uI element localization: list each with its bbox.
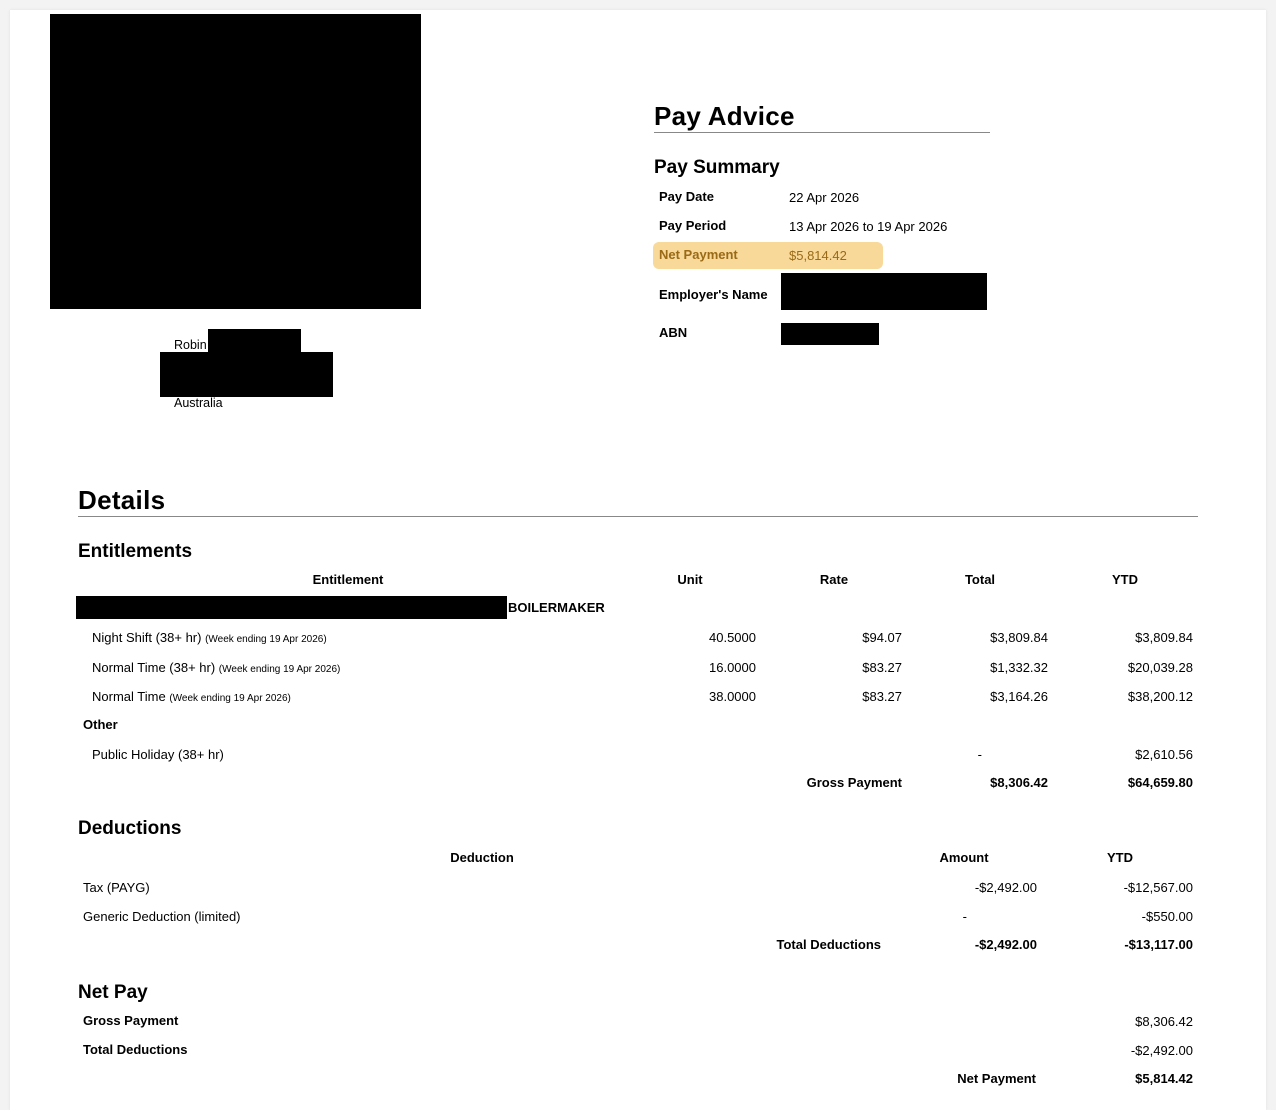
table-row: Normal Time (Week ending 19 Apr 2026) [92,689,291,704]
rate-cell: $83.27 [862,660,902,675]
col-deduction: Deduction [450,850,514,865]
col-rate: Rate [819,572,849,587]
entitlement-note: (Week ending 19 Apr 2026) [205,634,327,645]
employer-name-label: Employer's Name [659,287,768,302]
redacted-address [160,352,333,397]
redacted-abn [781,323,879,345]
total-cell: $3,164.26 [990,689,1048,704]
deduction-name: Generic Deduction (limited) [83,909,241,924]
ytd-cell: $3,809.84 [1135,630,1193,645]
pay-summary-title: Pay Summary [654,157,780,178]
pay-date-value: 22 Apr 2026 [789,190,860,205]
entitlement-name: Public Holiday (38+ hr) [92,747,224,762]
entitlement-name: Normal Time [92,689,166,704]
col-ytd: YTD [1112,572,1138,587]
deductions-title: Deductions [78,818,182,839]
net-gross-label: Gross Payment [83,1013,179,1028]
entitlement-name: Normal Time (38+ hr) [92,660,216,675]
rate-cell: $83.27 [862,689,902,704]
amount-cell: - [962,909,967,924]
pay-date-label: Pay Date [659,189,714,204]
net-deductions-value: -$2,492.00 [1130,1043,1193,1058]
total-cell: $3,809.84 [990,630,1048,645]
unit-cell: 16.0000 [709,660,756,675]
gross-payment-ytd: $64,659.80 [1127,775,1193,790]
abn-label: ABN [659,325,688,340]
ytd-cell: $20,039.28 [1127,660,1193,675]
col-total: Total [964,572,996,587]
net-deductions-label: Total Deductions [83,1042,188,1057]
ytd-cell: $38,200.12 [1127,689,1193,704]
rate-cell: $94.07 [862,630,902,645]
redacted-group-prefix [76,596,507,619]
net-gross-value: $8,306.42 [1135,1014,1193,1029]
table-row: Night Shift (38+ hr) (Week ending 19 Apr… [92,630,327,645]
details-title: Details [78,485,166,515]
entitlement-note: (Week ending 19 Apr 2026) [169,693,291,704]
net-pay-title: Net Pay [78,982,148,1003]
recipient-name: Robin [174,338,207,352]
gross-payment-total: $8,306.42 [990,775,1048,790]
redacted-recipient-surname [208,329,301,353]
ytd-cell: -$12,567.00 [1123,880,1193,895]
amount-cell: -$2,492.00 [974,880,1037,895]
pay-period-label: Pay Period [659,218,727,233]
page-title: Pay Advice [654,101,795,131]
col-deduction-ytd: YTD [1107,850,1133,865]
gross-payment-label: Gross Payment [806,775,902,790]
ytd-cell: $2,610.56 [1135,747,1193,762]
entitlement-note: (Week ending 19 Apr 2026) [218,664,341,675]
pay-period-value: 13 Apr 2026 to 19 Apr 2026 [789,219,948,234]
redacted-employer-name [781,273,987,310]
other-label: Other [83,717,118,732]
deduction-name: Tax (PAYG) [83,880,150,895]
col-entitlement: Entitlement [312,572,384,587]
title-rule [654,132,990,133]
total-cell: $1,332.32 [990,660,1048,675]
redacted-logo [50,14,421,309]
unit-cell: 40.5000 [709,630,756,645]
unit-cell: 38.0000 [709,689,756,704]
table-row: Normal Time (38+ hr) (Week ending 19 Apr… [92,660,340,675]
col-unit: Unit [677,572,703,587]
net-payment-final-label: Net Payment [957,1071,1036,1086]
total-deductions-amount: -$2,492.00 [974,937,1037,952]
entitlement-name: Night Shift (38+ hr) [92,630,202,645]
total-deductions-ytd: -$13,117.00 [1124,937,1193,952]
ytd-cell: -$550.00 [1141,909,1193,924]
entitlements-title: Entitlements [78,541,193,562]
net-payment-label: Net Payment [659,247,738,262]
details-rule [78,516,1198,517]
recipient-country: Australia [174,396,223,410]
total-cell: - [977,747,982,762]
col-amount: Amount [939,850,989,865]
net-payment-final-value: $5,814.42 [1135,1071,1193,1086]
net-payment-value: $5,814.42 [789,248,847,263]
total-deductions-label: Total Deductions [776,937,881,952]
entitlement-group-label: BOILERMAKER [508,600,605,615]
